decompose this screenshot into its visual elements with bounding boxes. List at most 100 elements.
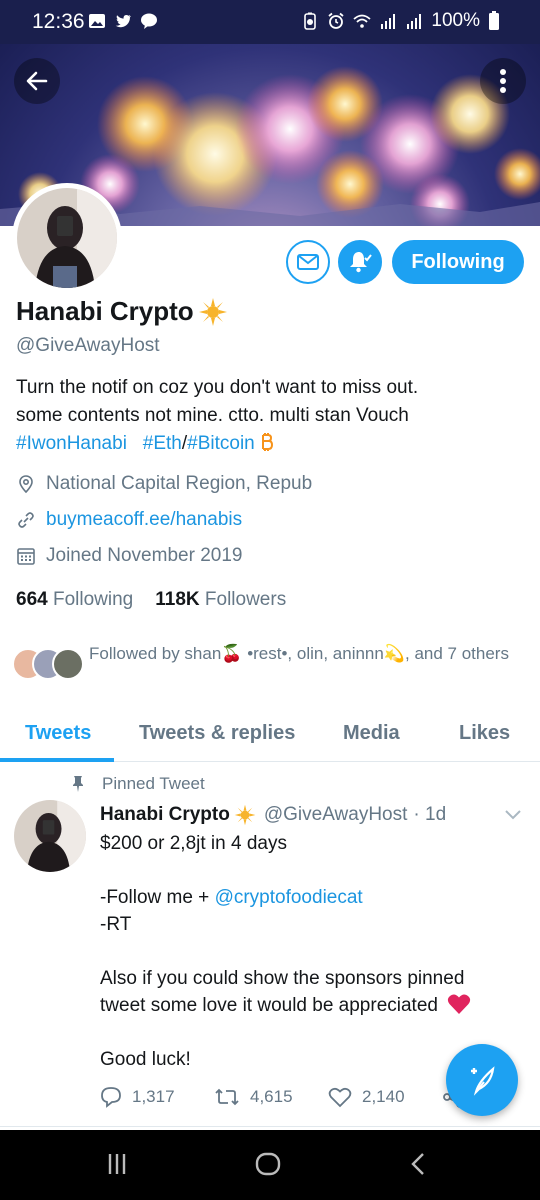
active-tab-indicator <box>0 758 114 762</box>
tab-tweets[interactable]: Tweets <box>25 722 91 745</box>
back-button[interactable] <box>14 58 60 104</box>
signal-icon <box>381 14 396 29</box>
hashtag-iwonhanabi[interactable]: #IwonHanabi <box>16 433 127 454</box>
profile-name: Hanabi Crypto <box>16 296 194 326</box>
chevron-down-icon <box>505 810 521 820</box>
more-vertical-icon <box>500 69 506 93</box>
followers-label: Followers <box>204 589 287 610</box>
following-count[interactable]: 664 Following <box>16 589 133 611</box>
alarm-icon <box>328 12 344 29</box>
follower-avatar <box>52 648 84 680</box>
hashtag-eth[interactable]: #Eth <box>143 433 182 454</box>
battery-percent: 100% <box>431 10 480 31</box>
tweet-blank <box>100 857 520 884</box>
profile-avatar[interactable] <box>12 183 122 293</box>
gallery-icon <box>89 14 105 28</box>
bitcoin-icon <box>262 433 274 451</box>
wifi-icon <box>353 14 371 28</box>
android-nav-bar <box>0 1130 540 1200</box>
calendar-icon <box>17 548 35 565</box>
profile-website[interactable]: buymeacoff.ee/hanabis <box>16 509 242 531</box>
status-bar: 12:36 100% <box>0 0 540 44</box>
tab-likes[interactable]: Likes <box>459 722 510 745</box>
profile-tabs: Tweets Tweets & replies Media Likes <box>0 710 540 762</box>
tweet-header: Hanabi Crypto @GiveAwayHost · 1d <box>100 804 446 826</box>
tweet-line: -RT <box>100 914 132 935</box>
tweet-author-name[interactable]: Hanabi Crypto <box>100 804 230 826</box>
tweet-line: tweet some love it would be appreciated <box>100 992 520 1019</box>
avatar-photo <box>14 800 86 872</box>
tweet-menu-button[interactable] <box>504 808 522 826</box>
battery-icon <box>489 11 499 30</box>
tweet-line: $200 or 2,8jt in 4 days <box>100 833 287 854</box>
tweet-line: -Follow me + @cryptofoodiecat <box>100 884 520 911</box>
tweet-time: · 1d <box>413 804 447 825</box>
website-link[interactable]: buymeacoff.ee/hanabis <box>46 509 242 531</box>
profile-bio: Turn the notif on coz you don't want to … <box>16 374 526 458</box>
following-button[interactable]: Following <box>392 240 524 284</box>
profile-joined: Joined November 2019 <box>16 545 242 567</box>
profile-location: National Capital Region, Repub <box>16 473 312 495</box>
signal-2-icon <box>407 14 422 29</box>
message-button[interactable] <box>286 240 330 284</box>
divider <box>0 1126 540 1127</box>
bio-line: Turn the notif on coz you don't want to … <box>16 377 419 398</box>
tweet-blank <box>100 938 520 965</box>
sun-emoji-icon <box>234 804 256 826</box>
following-label: Following <box>52 589 134 610</box>
bio-line: some contents not mine. ctto. multi stan… <box>16 405 409 426</box>
tweet-line-text: tweet some love it would be appreciated <box>100 995 438 1016</box>
reply-button[interactable]: 1,317 <box>100 1086 214 1108</box>
followed-by-text: Followed by shan🍒 •rest•, olin, aninnn💫,… <box>89 644 509 663</box>
following-number: 664 <box>16 589 48 610</box>
compose-tweet-button[interactable] <box>446 1044 518 1116</box>
link-icon <box>18 512 34 528</box>
twitter-bird-icon <box>115 14 131 28</box>
pinned-label-text: Pinned Tweet <box>102 774 205 793</box>
mention-link[interactable]: @cryptofoodiecat <box>215 887 363 908</box>
like-count: 2,140 <box>362 1087 405 1106</box>
status-time: 12:36 <box>32 10 85 33</box>
pin-icon <box>73 776 83 792</box>
notifications-button[interactable] <box>338 240 382 284</box>
hashtag-bitcoin[interactable]: #Bitcoin <box>187 433 255 454</box>
sun-emoji-icon <box>198 297 227 326</box>
tweet-line-text: -Follow me + <box>100 887 215 908</box>
followers-count[interactable]: 118K Followers <box>155 589 286 611</box>
recent-apps-icon[interactable] <box>105 1152 129 1176</box>
tweet-line: Also if you could show the sponsors pinn… <box>100 968 465 989</box>
follower-avatars <box>12 648 84 682</box>
tweet-author-avatar[interactable] <box>14 800 86 872</box>
red-heart-icon <box>448 994 471 1014</box>
talk-icon <box>141 13 157 29</box>
more-options-button[interactable] <box>480 58 526 104</box>
followers-number: 118K <box>155 589 200 610</box>
tweet-blank <box>100 1019 520 1046</box>
retweet-icon <box>215 1088 239 1106</box>
location-text: National Capital Region, Repub <box>46 473 313 494</box>
joined-text: Joined November 2019 <box>46 545 243 566</box>
mail-icon <box>297 254 319 270</box>
location-pin-icon <box>19 475 33 494</box>
arrow-left-icon <box>26 71 48 91</box>
tab-tweets-replies[interactable]: Tweets & replies <box>139 722 295 745</box>
tweet-actions: 1,317 4,615 2,140 <box>100 1086 466 1108</box>
pinned-label: Pinned Tweet <box>72 774 205 794</box>
bio-hashtags: #IwonHanabi #Eth/#Bitcoin <box>16 430 526 458</box>
tweet-text: $200 or 2,8jt in 4 days -Follow me + @cr… <box>100 830 520 1073</box>
retweet-count: 4,615 <box>250 1087 293 1106</box>
tweet-author-handle: @GiveAwayHost <box>263 804 408 825</box>
profile-name-row: Hanabi Crypto <box>16 296 228 327</box>
battery-saver-icon <box>304 12 317 30</box>
bell-check-icon <box>350 252 372 273</box>
back-nav-icon[interactable] <box>408 1152 428 1176</box>
reply-count: 1,317 <box>132 1087 175 1106</box>
reply-icon <box>101 1087 121 1108</box>
heart-icon <box>328 1087 352 1108</box>
home-icon[interactable] <box>254 1152 282 1176</box>
retweet-button[interactable]: 4,615 <box>214 1086 328 1108</box>
follow-counts: 664 Following 118K Followers <box>16 589 286 611</box>
like-button[interactable]: 2,140 <box>328 1086 442 1108</box>
tab-media[interactable]: Media <box>343 722 400 745</box>
compose-feather-icon <box>471 1066 495 1096</box>
